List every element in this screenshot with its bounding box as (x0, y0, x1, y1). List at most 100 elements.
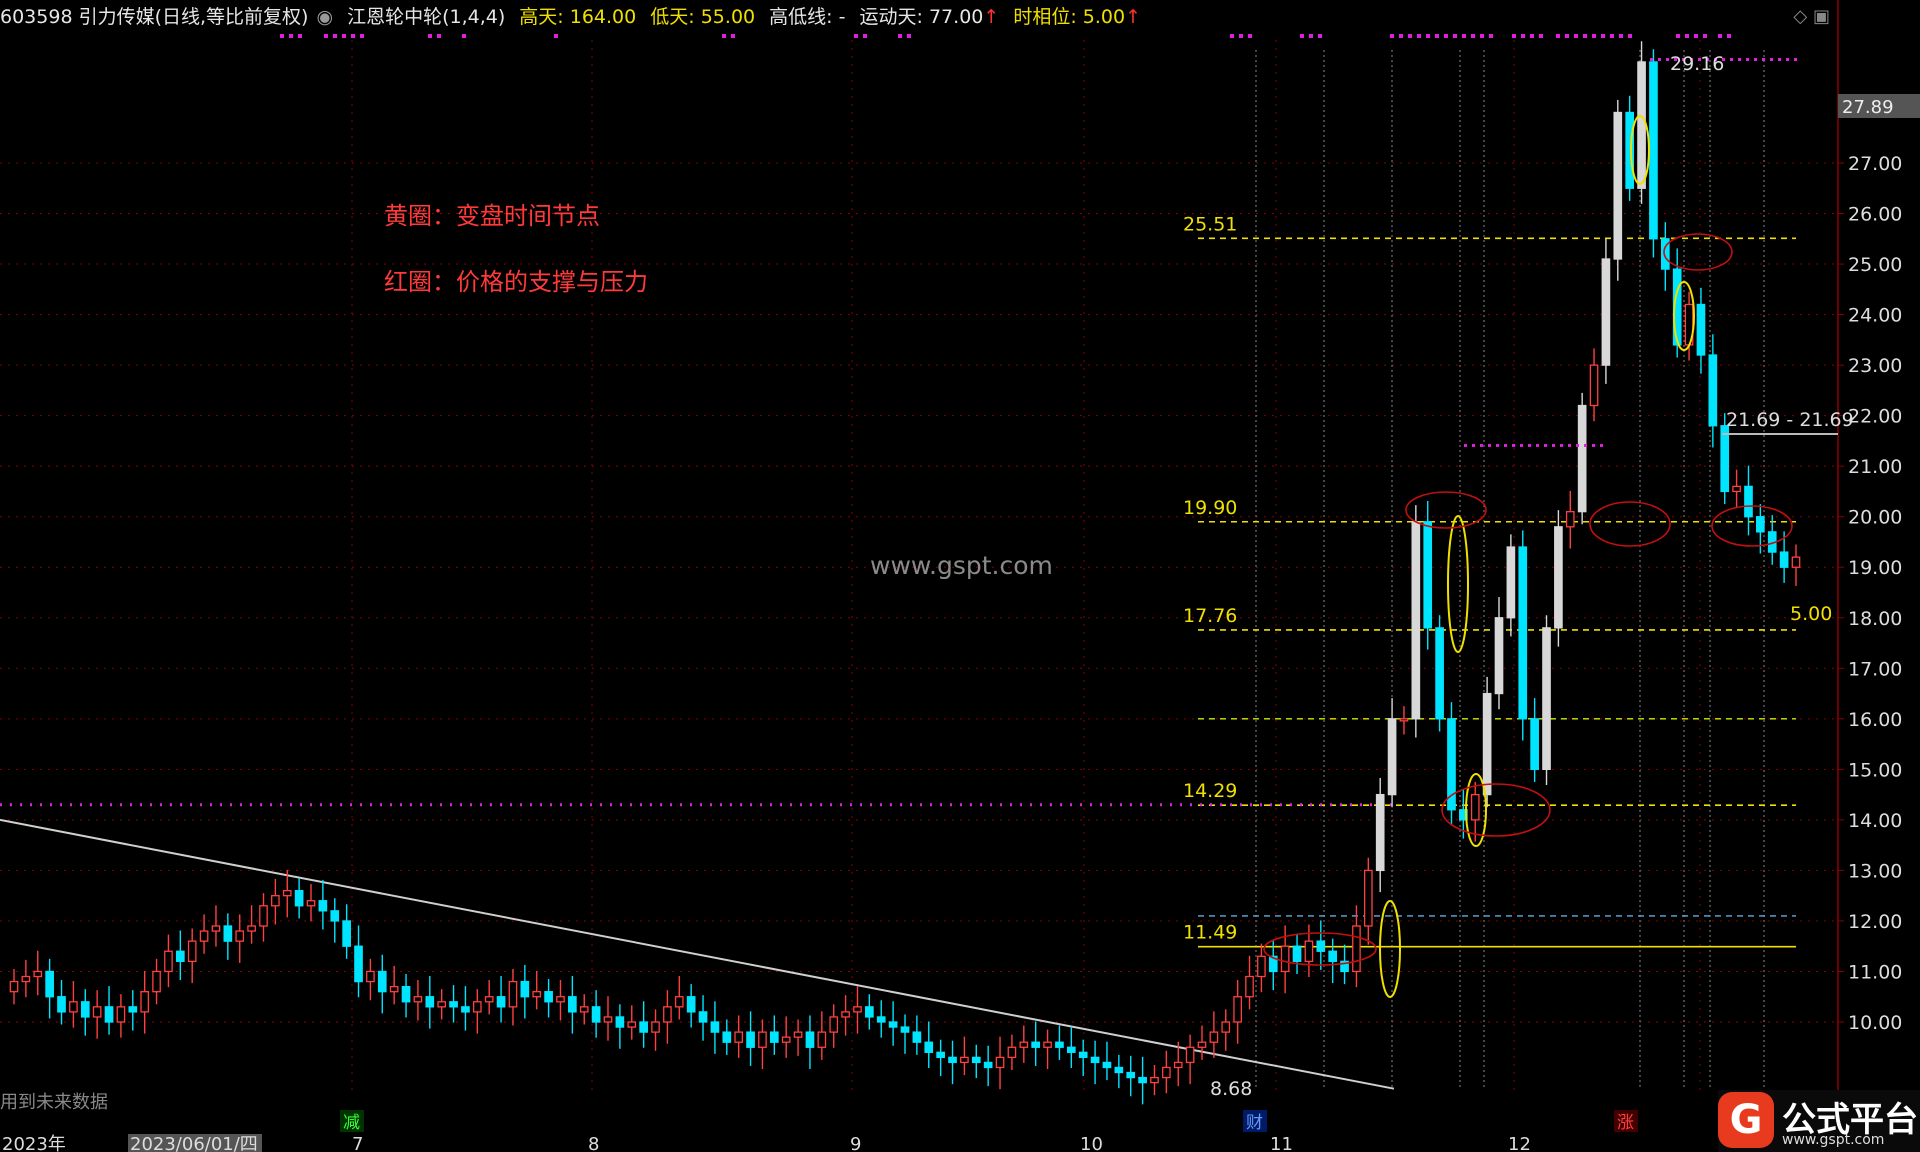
candle-body (45, 970, 54, 998)
candle-body (1352, 925, 1361, 973)
y-tick-label: 10.00 (1848, 1012, 1902, 1034)
signal-dot (1399, 34, 1403, 38)
signal-dot (1318, 34, 1322, 38)
candle-body (544, 991, 553, 1003)
phase-value-label: 5.00 (1790, 603, 1832, 625)
candle-body (829, 1016, 839, 1033)
signal-dot (854, 34, 858, 38)
y-tick-label: 23.00 (1848, 355, 1902, 377)
candle-body (627, 1021, 637, 1028)
candle-body (330, 910, 340, 922)
candle-body (912, 1031, 922, 1043)
signal-dot (1539, 34, 1543, 38)
candle-body (1518, 546, 1528, 720)
candle-body (69, 1001, 78, 1013)
candle-body (1245, 975, 1254, 998)
candle-body (853, 1006, 862, 1013)
candle-body (294, 889, 304, 907)
candle-body (342, 920, 351, 947)
y-tick-label: 14.00 (1848, 810, 1902, 832)
price-chart[interactable]: 25.51 19.90 17.76 14.29 11.49 10.00 11.00 12.0… (0, 0, 1920, 1152)
signal-dot (333, 34, 337, 38)
signal-dot (1496, 443, 1499, 447)
signal-dot (1489, 34, 1493, 38)
candle-body (1066, 1046, 1076, 1053)
candle-body (472, 1001, 482, 1013)
y-tick-label: 12.00 (1848, 911, 1902, 933)
candle-body (437, 1001, 447, 1008)
candle-body (1613, 111, 1623, 260)
signal-dot (1536, 443, 1539, 447)
x-tick-label: 7 (352, 1134, 363, 1152)
candle-body (1649, 61, 1658, 240)
candle-body (92, 1006, 102, 1018)
candle-body (639, 1021, 648, 1033)
signal-dot (1584, 443, 1587, 447)
candle-body (1257, 955, 1266, 978)
signal-dot (1504, 443, 1507, 447)
candle-body (140, 991, 150, 1013)
signal-dot (1426, 34, 1430, 38)
x-tick-label: 10 (1080, 1134, 1103, 1152)
signal-dot (1574, 34, 1578, 38)
signal-dot (1754, 58, 1757, 61)
signal-dot (1417, 34, 1421, 38)
candle-body (259, 905, 268, 927)
signal-dot (1560, 443, 1563, 447)
future-data-note: 用到未来数据 (0, 1092, 108, 1113)
signal-dot (1480, 34, 1484, 38)
candle-body (1720, 425, 1730, 493)
candle-body (104, 1006, 114, 1023)
signal-dot (1408, 34, 1412, 38)
candle-body (805, 1031, 815, 1048)
candle-body (1162, 1066, 1171, 1079)
y-tick-label: 25.00 (1848, 254, 1902, 276)
candle-body (152, 970, 161, 993)
y-tick-label: 18.00 (1848, 608, 1902, 630)
candle-body (484, 996, 494, 1003)
candle-body (710, 1021, 720, 1033)
signal-dot (1230, 34, 1234, 38)
x-tick-label: 2023/06/01/四 (130, 1134, 258, 1152)
signal-dot (1619, 34, 1623, 38)
candle-body (175, 950, 185, 963)
candle-body (33, 970, 43, 978)
candle-body (461, 1006, 470, 1013)
signal-dot (1628, 34, 1632, 38)
signal-dot (1556, 34, 1560, 38)
signal-dot (731, 34, 735, 38)
signal-dot (1480, 443, 1483, 447)
signal-dot (1390, 34, 1394, 38)
signal-dot (1778, 58, 1781, 61)
logo-mark-icon: G (1718, 1092, 1774, 1148)
candle-body (1542, 627, 1551, 771)
candle-body (1114, 1066, 1124, 1074)
x-tick-label: 9 (850, 1134, 861, 1152)
candle-body (199, 930, 209, 942)
candle-body (1221, 1021, 1231, 1033)
signal-dot (554, 34, 558, 38)
candle-body (734, 1031, 744, 1043)
signal-dot (1676, 34, 1680, 38)
candle-body (9, 980, 19, 993)
candle-body (211, 925, 221, 932)
candle-body (1791, 556, 1801, 568)
signal-dot (1239, 34, 1243, 38)
candle-body (1126, 1071, 1136, 1079)
candle-body (282, 889, 292, 897)
signal-dot (1658, 58, 1661, 61)
candle-body (603, 1016, 613, 1023)
signal-dot (280, 34, 284, 38)
candle-body (116, 1006, 126, 1023)
candle-body (1304, 940, 1314, 963)
level-label: 19.90 (1183, 497, 1237, 519)
candle-body (1625, 111, 1635, 189)
signal-dot (1464, 443, 1467, 447)
candle-body (1423, 521, 1433, 629)
signal-dot (1444, 34, 1448, 38)
candle-body (686, 996, 696, 1013)
candle-body (21, 975, 31, 983)
signal-dot (1300, 34, 1304, 38)
candle-body (401, 985, 411, 1003)
candle-body (1435, 627, 1444, 720)
